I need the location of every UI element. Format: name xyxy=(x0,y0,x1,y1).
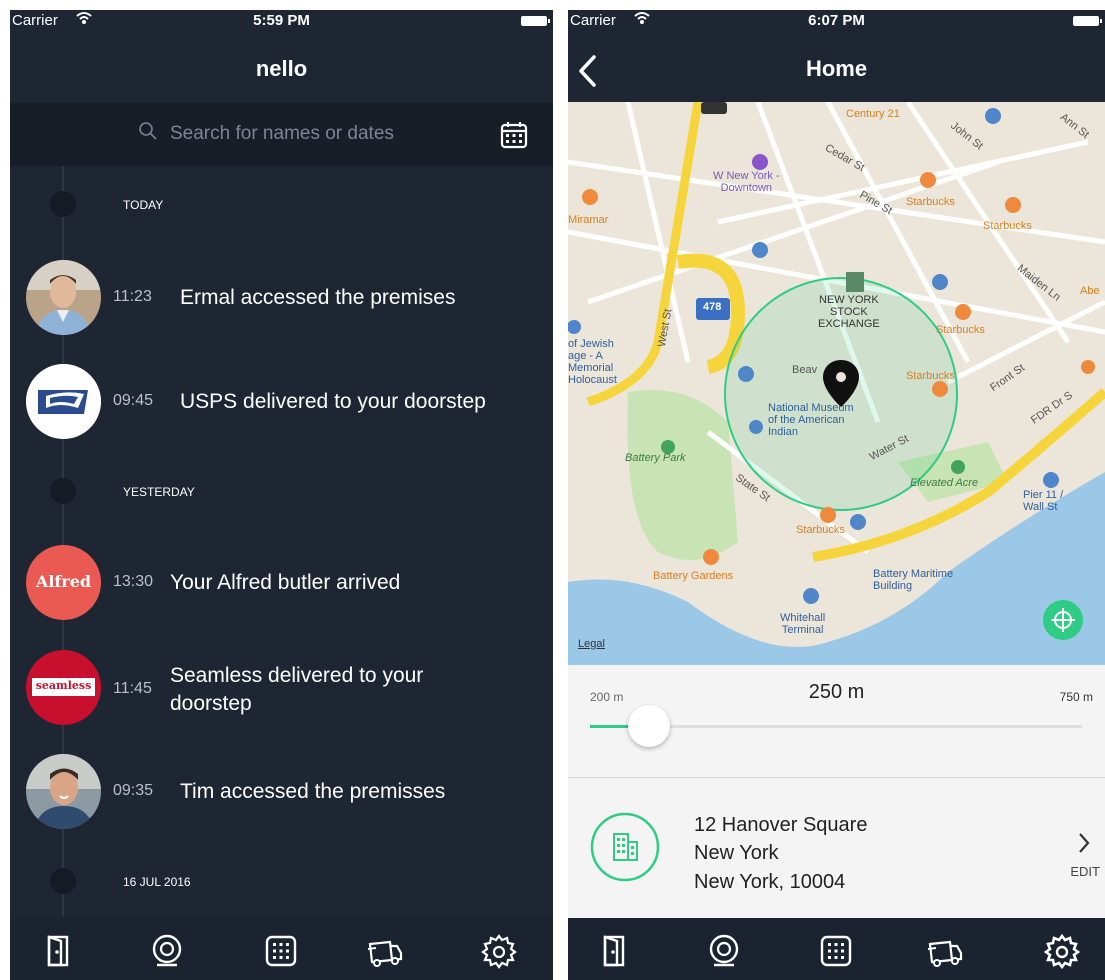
settings-gear-icon[interactable] xyxy=(1043,932,1081,970)
address-line-3: New York, 10004 xyxy=(694,871,846,893)
radius-slider-section: 200 m 250 m 750 m xyxy=(568,665,1105,778)
status-bar: Carrier 6:07 PM xyxy=(568,10,1105,32)
edit-button[interactable]: EDIT xyxy=(1070,864,1100,879)
map-label: Century 21 xyxy=(846,108,900,120)
battery-icon xyxy=(1073,16,1102,26)
map-label: of Jewish age - A Memorial Holocaust xyxy=(568,338,617,386)
address-line-1: 12 Hanover Square xyxy=(694,814,868,836)
timeline-icon[interactable] xyxy=(148,932,186,970)
avatar xyxy=(26,754,101,829)
alfred-logo-text: Alfred xyxy=(35,572,92,591)
day-header-today: TODAY xyxy=(123,198,164,212)
battery-icon xyxy=(521,16,550,26)
map-label: Starbucks xyxy=(936,324,985,336)
seamless-logo-text: seamless xyxy=(35,679,92,692)
legal-link[interactable]: Legal xyxy=(578,638,605,650)
usps-logo xyxy=(26,364,101,439)
event-time: 13:30 xyxy=(113,573,154,590)
map-label: Starbucks xyxy=(906,196,955,208)
map-label: Starbucks xyxy=(796,524,845,536)
calendar-icon[interactable] xyxy=(497,118,531,152)
map-label: Abe xyxy=(1080,285,1100,297)
timeline-day-dot xyxy=(50,478,76,504)
event-time: 11:23 xyxy=(113,288,152,305)
event-time: 09:35 xyxy=(113,782,154,799)
status-time: 5:59 PM xyxy=(253,12,310,29)
map-label: Battery Park xyxy=(625,452,686,464)
map-label: Miramar xyxy=(568,214,609,226)
slider-max-label: 750 m xyxy=(1059,690,1093,704)
map-label: National Museum of the American Indian xyxy=(768,402,854,438)
search-icon xyxy=(139,122,157,140)
map-view[interactable]: Century 21 W New York - Downtown Starbuc… xyxy=(568,102,1105,665)
address-line-2: New York xyxy=(694,842,779,864)
delivery-truck-icon[interactable] xyxy=(926,932,964,970)
door-icon[interactable] xyxy=(41,932,79,970)
settings-gear-icon[interactable] xyxy=(480,932,518,970)
map-label: Starbucks xyxy=(983,220,1032,232)
map-label: Elevated Acre xyxy=(910,477,979,489)
delivery-truck-icon[interactable] xyxy=(366,932,404,970)
page-title: nello xyxy=(255,56,308,81)
search-input[interactable]: Search for names or dates xyxy=(170,123,394,145)
address-row[interactable]: 12 Hanover Square New York New York, 100… xyxy=(568,778,1105,918)
avatar xyxy=(26,260,101,335)
status-time: 6:07 PM xyxy=(808,12,865,29)
timeline-screen: Carrier 5:59 PM nello Search for names o… xyxy=(10,10,553,980)
map-label: 478 xyxy=(703,301,722,313)
event-text: USPS delivered to your doorstep xyxy=(180,390,486,413)
day-header-date: 16 JUL 2016 xyxy=(123,875,191,889)
map-canvas xyxy=(568,102,1105,665)
nav-header: Carrier 6:07 PM Home xyxy=(568,10,1105,102)
event-time: 11:45 xyxy=(113,680,152,697)
map-label: Starbucks xyxy=(906,370,955,382)
event-text: Tim accessed the premisses xyxy=(180,780,446,803)
event-text: Seamless delivered to your doorstep xyxy=(170,664,424,715)
map-label: NEW YORK STOCK EXCHANGE xyxy=(818,294,880,330)
event-text: Your Alfred butler arrived xyxy=(170,571,401,594)
slider-thumb[interactable] xyxy=(628,705,671,747)
timeline-icon[interactable] xyxy=(705,932,743,970)
tab-bar xyxy=(568,918,1105,980)
radius-slider[interactable] xyxy=(590,705,1082,747)
map-label: Whitehall Terminal xyxy=(780,612,826,636)
map-label: Battery Maritime Building xyxy=(873,568,954,592)
event-text: Ermal accessed the premises xyxy=(180,286,456,309)
door-icon[interactable] xyxy=(597,932,635,970)
timeline-day-dot xyxy=(50,191,76,217)
day-header-yesterday: YESTERDAY xyxy=(123,485,195,499)
tab-bar xyxy=(10,918,553,980)
keypad-icon[interactable] xyxy=(262,932,300,970)
chevron-right-icon[interactable] xyxy=(1077,832,1091,854)
keypad-icon[interactable] xyxy=(817,932,855,970)
timeline-day-dot xyxy=(50,868,76,894)
alfred-logo: Alfred xyxy=(26,545,101,620)
map-label: Beav xyxy=(792,364,818,376)
slider-value-label: 250 m xyxy=(808,681,865,703)
map-label: W New York - Downtown xyxy=(713,170,780,194)
map-label: Pier 11 / Wall St xyxy=(1023,489,1064,513)
event-time: 09:45 xyxy=(113,392,154,409)
seamless-logo: seamless xyxy=(26,650,101,725)
home-settings-screen: Carrier 6:07 PM Home Century 21 W New Yo… xyxy=(568,10,1105,980)
search-bar[interactable]: Search for names or dates xyxy=(10,103,553,166)
map-label: Battery Gardens xyxy=(653,570,734,582)
page-title: Home xyxy=(805,56,868,81)
status-bar: Carrier 5:59 PM xyxy=(10,10,553,32)
building-icon xyxy=(590,812,660,882)
